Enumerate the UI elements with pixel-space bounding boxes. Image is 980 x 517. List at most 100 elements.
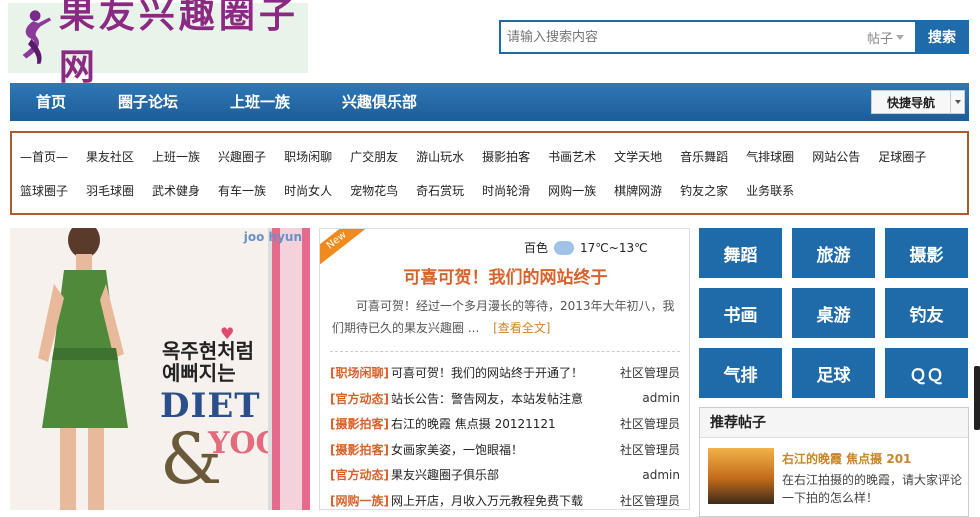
category-link[interactable]: 游山玩水 [416, 148, 464, 165]
category-link[interactable]: 职场闲聊 [284, 148, 332, 165]
weather-widget: 百色 17℃~13℃ [524, 239, 648, 256]
category-link[interactable]: 上班一族 [152, 148, 200, 165]
news-category[interactable]: [摄影拍客] [330, 415, 389, 432]
news-category[interactable]: [职场闲聊] [330, 364, 389, 381]
category-link[interactable]: —首页— [20, 148, 68, 165]
news-category[interactable]: [网购一族] [330, 492, 389, 509]
list-item[interactable]: [摄影拍客] 右江的晚霞 焦点摄 20121121 社区管理员 [330, 411, 680, 437]
category-link[interactable]: 羽毛球圈 [86, 182, 134, 199]
tile-qq[interactable]: ＱＱ [885, 348, 968, 398]
nav-item-club[interactable]: 兴趣俱乐部 [316, 83, 443, 121]
ad-banner[interactable]: ♥ 옥주현처럼 예뻐지는 DIET & YOGA joo hyun [10, 228, 310, 510]
news-author: 社区管理员 [619, 366, 680, 381]
category-link[interactable]: 棋牌网游 [614, 182, 662, 199]
nav-item-forum[interactable]: 圈子论坛 [92, 83, 204, 121]
category-link[interactable]: 钓友之家 [680, 182, 728, 199]
tile-travel[interactable]: 旅游 [792, 228, 875, 278]
recommended-desc: 在右江拍摄的的晚霞，请大家评论一下拍的怎么样！ [782, 473, 963, 505]
news-title[interactable]: 女画家美姿，一饱眼福！ [389, 441, 616, 458]
category-link[interactable]: 篮球圈子 [20, 182, 68, 199]
news-category[interactable]: [摄影拍客] [330, 441, 389, 458]
category-link[interactable]: 时尚女人 [284, 182, 332, 199]
dancer-logo-icon [22, 10, 52, 64]
tile-fishing[interactable]: 钓友 [885, 288, 968, 338]
list-item[interactable]: [摄影拍客] 女画家美姿，一饱眼福！ 社区管理员 [330, 437, 680, 463]
list-item[interactable]: [官方动态] 果友兴趣圈子俱乐部 admin [330, 462, 680, 488]
category-link[interactable]: 果友社区 [86, 148, 134, 165]
ad-korean-line-1: 옥주현처럼 [162, 339, 254, 363]
category-links: —首页— 果友社区 上班一族 兴趣圈子 职场闲聊 广交朋友 游山玩水 摄影拍客 … [10, 131, 969, 215]
category-link[interactable]: 书画艺术 [548, 148, 596, 165]
category-link[interactable]: 兴趣圈子 [218, 148, 266, 165]
category-link[interactable]: 网购一族 [548, 182, 596, 199]
tile-painting[interactable]: 书画 [699, 288, 782, 338]
category-link[interactable]: 音乐舞蹈 [680, 148, 728, 165]
nav-item-home[interactable]: 首页 [10, 83, 92, 121]
header: 果友兴趣圈子网 帖子 搜索 [0, 0, 980, 88]
weather-temp: 17℃~13℃ [580, 240, 648, 255]
featured-summary: 可喜可贺！经过一个多月漫长的等待，2013年大年初八，我们期待已久的果友兴趣圈 … [332, 295, 682, 339]
category-link[interactable]: 奇石赏玩 [416, 182, 464, 199]
category-link[interactable]: 业务联系 [746, 182, 794, 199]
nav-item-office[interactable]: 上班一族 [204, 83, 316, 121]
category-link[interactable]: 时尚轮滑 [482, 182, 530, 199]
list-item[interactable]: [网购一族] 网上开店，月收入万元教程免费下载 社区管理员 [330, 488, 680, 510]
tile-photo[interactable]: 摄影 [885, 228, 968, 278]
site-logo[interactable]: 果友兴趣圈子网 [8, 0, 308, 88]
category-link[interactable]: 文学天地 [614, 148, 662, 165]
news-author: 社区管理员 [619, 442, 680, 457]
chevron-down-icon [896, 34, 905, 40]
news-list: [职场闲聊] 可喜可贺！我们的网站终于开通了！ 社区管理员 [官方动态] 站长公… [330, 360, 680, 510]
news-title[interactable]: 站长公告：警告网友，本站发帖注意 [389, 390, 616, 407]
search-scope-label: 帖子 [867, 31, 894, 47]
search-input[interactable] [501, 22, 867, 52]
list-item[interactable]: 右江的晚霞 焦点摄 201 在右江拍摄的的晚霞，请大家评论一下拍的怎么样！ [700, 438, 968, 507]
category-link[interactable]: 足球圈子 [878, 148, 926, 165]
site-logo-text: 果友兴趣圈子网 [58, 0, 299, 88]
category-link[interactable]: 网站公告 [812, 148, 860, 165]
tile-boardgame[interactable]: 桌游 [792, 288, 875, 338]
featured-panel: New 百色 17℃~13℃ 可喜可贺！我们的网站终于 可喜可贺！经过一个多月漫… [319, 228, 690, 510]
page-scrollbar[interactable] [974, 366, 980, 430]
category-link[interactable]: 有车一族 [218, 182, 266, 199]
search-button[interactable]: 搜索 [915, 20, 969, 54]
read-more-link[interactable]: [查看全文] [493, 321, 550, 335]
category-link[interactable]: 武术健身 [152, 182, 200, 199]
model-figure-image [38, 228, 128, 510]
search-box: 帖子 [499, 20, 915, 54]
tile-volleyball[interactable]: 气排 [699, 348, 782, 398]
news-category[interactable]: [官方动态] [330, 390, 389, 407]
divider [330, 351, 680, 352]
sunset-thumbnail[interactable] [708, 448, 774, 504]
recommended-heading: 推荐帖子 [700, 408, 968, 438]
news-title[interactable]: 网上开店，月收入万元教程免费下载 [389, 492, 616, 509]
category-link[interactable]: 摄影拍客 [482, 148, 530, 165]
tile-football[interactable]: 足球 [792, 348, 875, 398]
interest-tiles: 舞蹈 旅游 摄影 书画 桌游 钓友 气排 足球 ＱＱ [699, 228, 969, 398]
quick-nav-button[interactable]: 快捷导航 [871, 90, 965, 114]
news-author: admin [642, 391, 680, 406]
news-title[interactable]: 右江的晚霞 焦点摄 20121121 [389, 415, 616, 432]
news-author: admin [642, 467, 680, 482]
list-item[interactable]: [官方动态] 站长公告：警告网友，本站发帖注意 admin [330, 386, 680, 412]
news-author: 社区管理员 [619, 493, 680, 508]
category-link[interactable]: 广交朋友 [350, 148, 398, 165]
news-category[interactable]: [官方动态] [330, 466, 389, 483]
ad-korean-text: 옥주현처럼 예뻐지는 [162, 340, 254, 384]
recommended-info: 右江的晚霞 焦点摄 201 在右江拍摄的的晚霞，请大家评论一下拍的怎么样！ [782, 448, 962, 507]
tile-dance[interactable]: 舞蹈 [699, 228, 782, 278]
news-title[interactable]: 果友兴趣圈子俱乐部 [389, 466, 616, 483]
featured-headline[interactable]: 可喜可贺！我们的网站终于 [320, 263, 689, 288]
list-item[interactable]: [职场闲聊] 可喜可贺！我们的网站终于开通了！ 社区管理员 [330, 360, 680, 386]
quick-nav-caret [950, 91, 964, 113]
recommended-title[interactable]: 右江的晚霞 焦点摄 201 [782, 452, 911, 466]
ad-magazine-edge [280, 228, 302, 510]
category-link[interactable]: 气排球圈 [746, 148, 794, 165]
ad-korean-line-2: 예뻐지는 [162, 361, 236, 385]
quick-nav-label: 快捷导航 [886, 95, 935, 110]
news-title[interactable]: 可喜可贺！我们的网站终于开通了！ [389, 364, 616, 381]
search-bar: 帖子 搜索 [499, 20, 969, 54]
ad-corner-text: joo hyun [243, 230, 302, 244]
search-scope-select[interactable]: 帖子 [867, 28, 915, 47]
category-link[interactable]: 宠物花鸟 [350, 182, 398, 199]
